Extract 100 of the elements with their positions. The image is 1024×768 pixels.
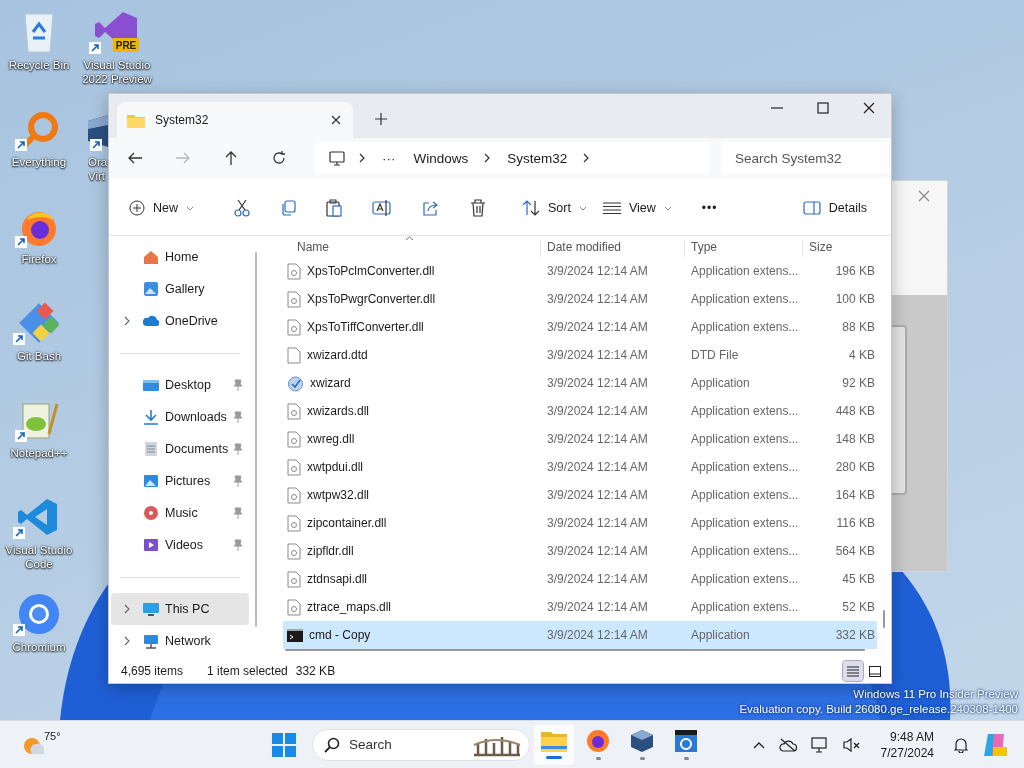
temperature[interactable]: 75° bbox=[44, 729, 61, 742]
column-header[interactable]: Name bbox=[283, 240, 541, 257]
close-icon[interactable] bbox=[331, 115, 341, 125]
new-button[interactable]: New bbox=[121, 194, 202, 222]
file-row[interactable]: XpsToTiffConverter.dll 3/9/2024 12:14 AM Application extens... 88 KB bbox=[283, 313, 877, 341]
download-icon bbox=[143, 409, 159, 425]
search-field[interactable]: Search System32 bbox=[721, 142, 889, 174]
copilot-icon[interactable] bbox=[982, 731, 1008, 758]
chevron-right-icon[interactable] bbox=[583, 153, 591, 163]
folder-tab[interactable]: System32 bbox=[117, 102, 353, 138]
file-row[interactable]: xwtpdui.dll 3/9/2024 12:14 AM Application extens... 280 KB bbox=[283, 453, 877, 481]
taskbar-search-field[interactable]: Search bbox=[312, 728, 530, 761]
address-bar[interactable]: ··· Windows System32 bbox=[315, 142, 709, 174]
file-row[interactable]: xwizard.dtd 3/9/2024 12:14 AM DTD File 4 KB bbox=[283, 341, 877, 369]
date-cell-text: 3/9/2024 12:14 AM bbox=[546, 572, 649, 586]
speaker-muted-icon[interactable] bbox=[842, 736, 861, 753]
sidebar-item[interactable]: Pictures bbox=[111, 465, 250, 497]
firefox-icon bbox=[586, 729, 610, 753]
up-arrow-icon[interactable] bbox=[223, 150, 239, 166]
display-icon[interactable] bbox=[810, 736, 829, 753]
file-row[interactable]: XpsToPclmConverter.dll 3/9/2024 12:14 AM Application extens... 196 KB bbox=[283, 257, 877, 285]
network-icon bbox=[143, 633, 159, 649]
file-name: xwreg.dll bbox=[307, 432, 355, 446]
rename-icon[interactable] bbox=[372, 199, 392, 217]
breadcrumb[interactable]: Windows bbox=[411, 150, 471, 166]
sidebar-item[interactable]: Downloads bbox=[111, 401, 250, 433]
column-header[interactable]: Size bbox=[803, 240, 877, 257]
more-options-button[interactable]: ••• bbox=[693, 195, 726, 221]
size-cell-text: 100 KB bbox=[834, 292, 876, 306]
bell-icon[interactable] bbox=[954, 736, 968, 753]
file-row[interactable]: ztdnsapi.dll 3/9/2024 12:14 AM Application extens... 45 KB bbox=[283, 565, 877, 593]
pin-icon[interactable] bbox=[233, 443, 244, 455]
chevron-up-icon[interactable] bbox=[752, 740, 765, 749]
pin-icon[interactable] bbox=[233, 539, 244, 551]
size-cell-text: 448 KB bbox=[834, 404, 876, 418]
sidebar-item[interactable]: Gallery bbox=[111, 273, 250, 305]
sidebar-item[interactable]: Documents bbox=[111, 433, 250, 465]
trash-icon[interactable] bbox=[470, 199, 486, 217]
date-cell-text: 3/9/2024 12:14 AM bbox=[546, 404, 649, 418]
file-row[interactable]: xwizards.dll 3/9/2024 12:14 AM Application extens... 448 KB bbox=[283, 397, 877, 425]
chevron-right-icon[interactable] bbox=[124, 636, 130, 646]
chevron-right-icon[interactable] bbox=[484, 153, 492, 163]
pin-icon[interactable] bbox=[233, 475, 244, 487]
close-icon[interactable] bbox=[863, 102, 875, 114]
back-arrow-icon[interactable] bbox=[127, 150, 143, 166]
details-button[interactable]: Details bbox=[794, 195, 875, 221]
refresh-icon[interactable] bbox=[271, 150, 287, 166]
pin-icon[interactable] bbox=[233, 379, 244, 391]
pin-icon[interactable] bbox=[233, 507, 244, 519]
sidebar-item[interactable]: Home bbox=[111, 241, 250, 273]
file-row[interactable]: zipcontainer.dll 3/9/2024 12:14 AM Application extens... 116 KB bbox=[283, 509, 877, 537]
paste-icon[interactable] bbox=[326, 199, 342, 217]
pin-icon[interactable] bbox=[233, 411, 244, 423]
chromium-icon[interactable] bbox=[17, 592, 61, 636]
breadcrumb[interactable]: System32 bbox=[505, 150, 570, 166]
breadcrumb-overflow[interactable]: ··· bbox=[380, 150, 398, 166]
cloud-off-icon[interactable] bbox=[778, 737, 797, 752]
sort-button[interactable]: Sort bbox=[514, 194, 595, 222]
sidebar-item[interactable]: Network bbox=[111, 625, 250, 657]
file-row[interactable]: ztrace_maps.dll 3/9/2024 12:14 AM Application extens... 52 KB bbox=[283, 593, 877, 621]
cube-icon bbox=[630, 729, 654, 753]
wizard-app-icon bbox=[287, 374, 304, 392]
type-cell-text: Application extens... bbox=[690, 404, 800, 418]
share-icon[interactable] bbox=[422, 200, 440, 216]
sidebar-item[interactable]: This PC bbox=[111, 593, 250, 625]
column-header[interactable]: Date modified bbox=[541, 240, 685, 257]
file-gear-icon bbox=[287, 458, 301, 476]
chevron-right-icon[interactable] bbox=[124, 316, 130, 326]
file-row[interactable]: xwtpw32.dll 3/9/2024 12:14 AM Application extens... 164 KB bbox=[283, 481, 877, 509]
pictures-icon bbox=[143, 473, 159, 489]
type-cell-text: Application extens... bbox=[690, 460, 800, 474]
sidebar-item[interactable]: Desktop bbox=[111, 369, 250, 401]
chevron-right-icon[interactable] bbox=[359, 153, 366, 163]
file-row[interactable]: zipfldr.dll 3/9/2024 12:14 AM Application extens... 564 KB bbox=[283, 537, 877, 565]
file-row[interactable]: XpsToPwgrConverter.dll 3/9/2024 12:14 AM Application extens... 100 KB bbox=[283, 285, 877, 313]
maximize-icon[interactable] bbox=[817, 102, 829, 114]
file-row[interactable]: xwreg.dll 3/9/2024 12:14 AM Application extens... 148 KB bbox=[283, 425, 877, 453]
type-cell-text: Application extens... bbox=[690, 516, 800, 530]
view-button[interactable]: View bbox=[594, 195, 680, 221]
column-header[interactable]: Type bbox=[685, 240, 803, 257]
console-icon bbox=[287, 628, 303, 642]
sidebar-item[interactable]: Music bbox=[111, 497, 250, 529]
horizontal-scrollbar[interactable] bbox=[285, 649, 865, 651]
clock[interactable]: 9:48 AM 7/27/2024 bbox=[880, 728, 934, 761]
file-gear-icon bbox=[287, 486, 301, 504]
sidebar-item[interactable]: OneDrive bbox=[111, 305, 250, 337]
file-explorer-taskbar-button[interactable] bbox=[534, 724, 574, 765]
type-cell-text: Application extens... bbox=[690, 432, 800, 446]
sidebar-item[interactable]: Videos bbox=[111, 529, 250, 561]
file-gear-icon bbox=[287, 402, 301, 420]
copy-icon[interactable] bbox=[280, 200, 296, 216]
file-row[interactable]: xwizard 3/9/2024 12:14 AM Application 92 KB bbox=[283, 369, 877, 397]
cut-icon[interactable] bbox=[234, 199, 250, 217]
vertical-scrollbar[interactable] bbox=[883, 610, 885, 628]
date-cell-text: 3/9/2024 12:14 AM bbox=[546, 628, 649, 642]
file-row[interactable]: cmd - Copy 3/9/2024 12:14 AM Application 332 KB bbox=[283, 621, 877, 649]
file-gear-icon bbox=[287, 318, 301, 336]
search-icon bbox=[324, 736, 340, 753]
add-tab-icon[interactable] bbox=[375, 113, 387, 125]
start-icon[interactable] bbox=[272, 732, 296, 757]
